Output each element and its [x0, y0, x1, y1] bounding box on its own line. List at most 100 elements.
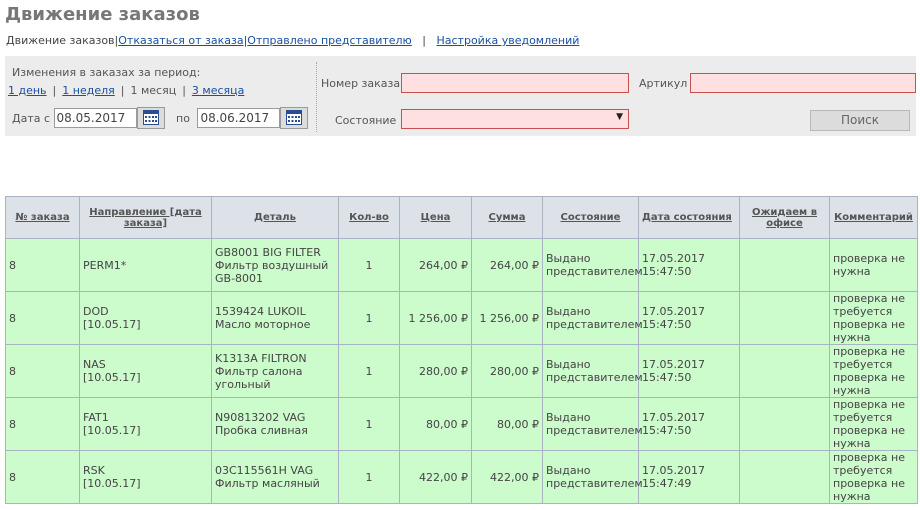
- period-1-day[interactable]: 1 день: [8, 84, 47, 97]
- table-row[interactable]: 8 PERM1* GB8001 BIG FILTER Фильтр воздушный…: [5, 238, 918, 292]
- cell-comment-line: нужна: [833, 384, 871, 397]
- calendar-from-button[interactable]: [136, 107, 165, 129]
- status-select[interactable]: ▼: [401, 109, 629, 129]
- period-separator: |: [52, 84, 57, 97]
- col-header-price[interactable]: Цена: [399, 196, 472, 239]
- cell-direction-line: [10.05.17]: [83, 318, 141, 331]
- calendar-icon: [286, 110, 303, 125]
- cell-status-date-line: 15:47:50: [642, 424, 692, 437]
- cell-comment: проверка не требуется проверка не нужна: [829, 397, 918, 451]
- cell-price: 422,00 ₽: [399, 450, 472, 504]
- cell-status-line: Выдано: [546, 464, 591, 477]
- period-separator: |: [120, 84, 125, 97]
- cell-comment-line: нужна: [833, 331, 871, 344]
- cell-order-no: 8: [5, 291, 80, 345]
- cell-comment: проверка не требуется проверка не нужна: [829, 291, 918, 345]
- table-row[interactable]: 8 FAT1 [10.05.17] N90813202 VAG Пробка сливн…: [5, 397, 918, 451]
- cell-status-date-line: 15:47:50: [642, 371, 692, 384]
- cell-status-date-line: 15:47:50: [642, 265, 692, 278]
- cell-expected-in-office: [739, 291, 830, 345]
- cell-direction: NAS [10.05.17]: [79, 344, 212, 398]
- cell-expected-in-office: [739, 450, 830, 504]
- cell-direction-line: RSK: [83, 464, 105, 477]
- cell-comment-line: проверка не: [833, 345, 905, 358]
- cell-detail: 1539424 LUKOIL Масло моторное: [211, 291, 339, 345]
- cell-expected-in-office: [739, 397, 830, 451]
- cell-status: Выдано представителем: [542, 450, 643, 504]
- col-header-order-no[interactable]: № заказа: [5, 196, 80, 239]
- article-input[interactable]: [690, 73, 916, 93]
- date-to-input[interactable]: 08.06.2017: [197, 108, 281, 128]
- cell-comment-line: нужна: [833, 265, 871, 278]
- search-button[interactable]: Поиск: [810, 110, 910, 131]
- cell-status-date: 17.05.2017 15:47:49: [638, 450, 740, 504]
- cell-direction: DOD [10.05.17]: [79, 291, 212, 345]
- cell-detail: GB8001 BIG FILTER Фильтр воздушный GB-8001: [211, 238, 339, 292]
- cell-status-date-line: 15:47:50: [642, 318, 692, 331]
- period-3-months[interactable]: 3 месяца: [192, 84, 244, 97]
- cell-comment-line: нужна: [833, 490, 871, 503]
- cell-comment-line: требуется: [833, 411, 893, 424]
- table-row[interactable]: 8 DOD [10.05.17] 1539424 LUKOIL Масло моторн…: [5, 291, 918, 345]
- col-header-comment[interactable]: Комментарий: [829, 196, 918, 239]
- cell-comment-line: проверка не: [833, 252, 905, 265]
- col-header-direction[interactable]: Направление [дата заказа]: [79, 196, 212, 239]
- cell-comment-line: проверка не: [833, 371, 905, 384]
- cell-sum: 422,00 ₽: [471, 450, 543, 504]
- cell-order-no: 8: [5, 238, 80, 292]
- period-separator: |: [182, 84, 186, 97]
- cell-status-date-line: 15:47:49: [642, 477, 692, 490]
- cell-direction-line: NAS: [83, 358, 106, 371]
- article-label: Артикул: [639, 77, 688, 90]
- cell-price: 1 256,00 ₽: [399, 291, 472, 345]
- cell-detail-line: 03C115561H VAG: [215, 464, 314, 477]
- table-row[interactable]: 8 RSK [10.05.17] 03C115561H VAG Фильтр масля…: [5, 450, 918, 504]
- tab-separator: |: [411, 34, 437, 47]
- cell-detail-line: Масло моторное: [215, 318, 311, 331]
- cell-qty: 1: [338, 238, 400, 292]
- dropdown-arrow-icon: ▼: [616, 112, 623, 122]
- page-title: Движение заказов: [5, 4, 200, 25]
- cell-expected-in-office: [739, 238, 830, 292]
- cell-comment-line: проверка не: [833, 477, 905, 490]
- cell-status-date: 17.05.2017 15:47:50: [638, 238, 740, 292]
- cell-direction: FAT1 [10.05.17]: [79, 397, 212, 451]
- cell-comment-line: требуется: [833, 464, 893, 477]
- orders-table: № заказа Направление [дата заказа] Детал…: [5, 196, 918, 504]
- date-from-input[interactable]: 08.05.2017: [53, 108, 137, 128]
- calendar-icon: [142, 110, 159, 125]
- tab-cancel-order[interactable]: Отказаться от заказа: [118, 34, 243, 47]
- cell-detail-line: Фильтр воздушный: [215, 258, 329, 272]
- cell-status-line: Выдано: [546, 411, 591, 424]
- cell-status-date: 17.05.2017 15:47:50: [638, 397, 740, 451]
- cell-direction-line: PERM1*: [83, 258, 127, 272]
- cell-direction-line: [10.05.17]: [83, 371, 141, 384]
- cell-status-line: Выдано: [546, 305, 591, 318]
- col-header-sum[interactable]: Сумма: [471, 196, 543, 239]
- col-header-qty[interactable]: Кол-во: [338, 196, 400, 239]
- cell-status-line: представителем: [546, 318, 643, 331]
- cell-direction-line: FAT1: [83, 411, 109, 424]
- col-header-expected-in-office[interactable]: Ожидаем в офисе: [739, 196, 830, 239]
- cell-detail: 03C115561H VAG Фильтр масляный: [211, 450, 339, 504]
- cell-order-no: 8: [5, 397, 80, 451]
- col-header-status[interactable]: Состояние: [542, 196, 639, 239]
- date-to-label: по: [176, 111, 190, 125]
- period-1-week[interactable]: 1 неделя: [62, 84, 114, 97]
- cell-detail-line: угольный: [215, 377, 271, 391]
- cell-expected-in-office: [739, 344, 830, 398]
- period-1-month: 1 месяц: [130, 84, 177, 97]
- tab-sent-to-representative[interactable]: Отправлено представителю: [247, 34, 412, 47]
- table-row[interactable]: 8 NAS [10.05.17] K1313A FILTRON Фильтр салон…: [5, 344, 918, 398]
- calendar-to-button[interactable]: [280, 107, 309, 129]
- cell-direction-line: [10.05.17]: [83, 424, 141, 437]
- cell-status: Выдано представителем: [542, 344, 643, 398]
- order-number-input[interactable]: [401, 73, 629, 93]
- cell-status-line: представителем: [546, 265, 643, 278]
- col-header-status-date[interactable]: Дата состояния: [638, 196, 740, 239]
- cell-qty: 1: [338, 291, 400, 345]
- cell-status-date-line: 17.05.2017: [642, 411, 705, 424]
- table-header-row: № заказа Направление [дата заказа] Детал…: [5, 196, 918, 239]
- col-header-detail[interactable]: Деталь: [211, 196, 339, 239]
- tab-notification-settings[interactable]: Настройка уведомлений: [437, 34, 580, 47]
